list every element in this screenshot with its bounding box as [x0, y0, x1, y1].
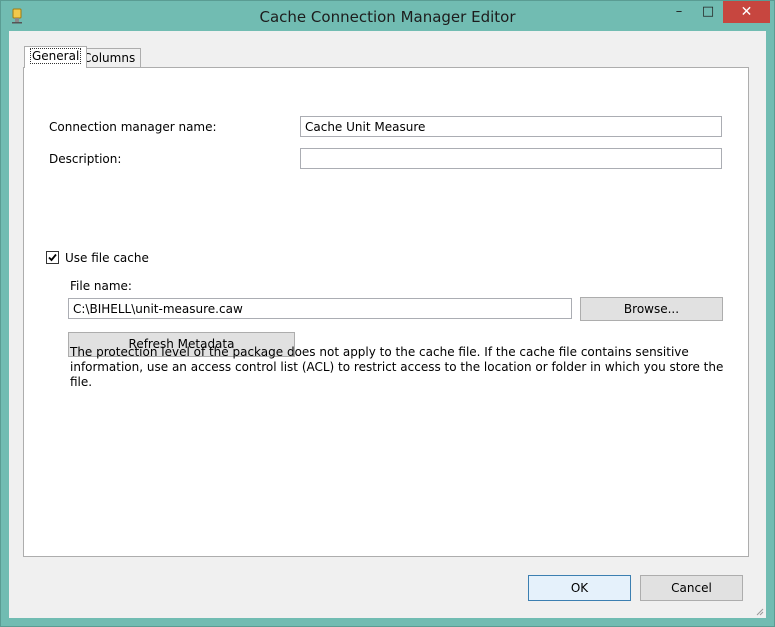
use-file-cache-label[interactable]: Use file cache — [65, 251, 149, 265]
file-name-label: File name: — [70, 279, 132, 293]
window-title: Cache Connection Manager Editor — [259, 8, 516, 26]
tab-general-label: General — [30, 48, 82, 64]
file-name-input[interactable]: C:\BIHELL\unit-measure.caw — [68, 298, 572, 319]
tab-columns-label: Columns — [83, 51, 136, 65]
cache-protection-note: The protection level of the package does… — [70, 345, 724, 389]
description-input[interactable] — [300, 148, 722, 169]
description-label: Description: — [49, 152, 122, 166]
dialog-client-area: General Columns Connection manager name:… — [9, 31, 766, 618]
tab-general[interactable]: General — [24, 46, 88, 68]
title-bar[interactable]: Cache Connection Manager Editor – □ ✕ — [1, 1, 774, 31]
maximize-button[interactable]: □ — [694, 1, 722, 23]
use-file-cache-checkbox[interactable] — [46, 251, 59, 264]
dialog-window: Cache Connection Manager Editor – □ ✕ Ge… — [0, 0, 775, 627]
browse-button[interactable]: Browse... — [580, 297, 723, 321]
minimize-button[interactable]: – — [665, 1, 693, 23]
connection-name-input[interactable]: Cache Unit Measure — [300, 116, 722, 137]
checkmark-icon — [48, 253, 57, 262]
ok-button[interactable]: OK — [528, 575, 631, 601]
general-tab-panel: Connection manager name: Cache Unit Meas… — [23, 67, 749, 557]
connection-name-label: Connection manager name: — [49, 120, 217, 134]
resize-grip-icon[interactable] — [754, 606, 764, 616]
close-button[interactable]: ✕ — [723, 1, 770, 23]
cancel-button[interactable]: Cancel — [640, 575, 743, 601]
